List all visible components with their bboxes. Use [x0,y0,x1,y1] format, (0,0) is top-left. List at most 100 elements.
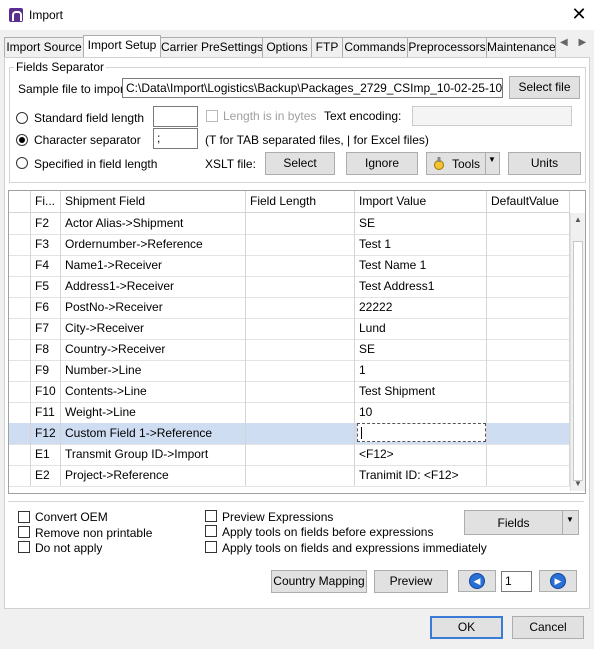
specified-field-length-radio[interactable] [16,157,28,169]
cell-field-length[interactable] [246,360,355,381]
units-button[interactable]: Units [508,152,581,175]
cell-default-value[interactable] [487,318,570,339]
cell-field-length[interactable] [246,465,355,486]
cell-field-length[interactable] [246,423,355,444]
table-row[interactable]: F2 Actor Alias->Shipment SE [9,213,570,235]
cell-fi[interactable]: F3 [31,234,61,255]
length-in-bytes-checkbox[interactable] [206,110,218,122]
table-row[interactable]: F3 Ordernumber->Reference Test 1 [9,234,570,256]
cell-field-length[interactable] [246,234,355,255]
column-header-default-value[interactable]: DefaultValue [487,191,570,212]
cell-field-length[interactable] [246,339,355,360]
table-row[interactable]: F7 City->Receiver Lund [9,318,570,340]
tab-import-setup[interactable]: Import Setup [83,35,161,58]
cell-import-value[interactable]: <F12> [355,444,487,465]
cell-import-value[interactable]: Test 1 [355,234,487,255]
cell-import-value[interactable]: 22222 [355,297,487,318]
cell-import-value[interactable]: Test Shipment [355,381,487,402]
page-number-input[interactable]: 1 [501,571,532,592]
cell-default-value[interactable] [487,255,570,276]
table-row[interactable]: F4 Name1->Receiver Test Name 1 [9,255,570,277]
cell-shipment-field[interactable]: Custom Field 1->Reference [61,423,246,444]
cell-import-value[interactable]: SE [355,339,487,360]
tab-maintenance[interactable]: Maintenance [486,37,556,57]
chevron-down-icon[interactable]: ▼ [566,515,574,524]
standard-field-length-radio[interactable] [16,112,28,124]
cell-import-value[interactable]: SE [355,213,487,234]
cell-shipment-field[interactable]: Contents->Line [61,381,246,402]
table-row[interactable]: F5 Address1->Receiver Test Address1 [9,276,570,298]
grid-scrollbar[interactable]: ▲ ▼ [570,213,585,491]
cell-field-length[interactable] [246,213,355,234]
ok-button[interactable]: OK [430,616,503,639]
cell-import-value[interactable]: Test Address1 [355,276,487,297]
cell-default-value[interactable] [487,276,570,297]
table-row[interactable]: F11 Weight->Line 10 [9,402,570,424]
remove-non-printable-checkbox[interactable] [18,526,30,538]
tab-scroll-arrows[interactable]: ◀ ▶ [560,37,590,48]
cell-default-value[interactable] [487,339,570,360]
cell-fi[interactable]: F6 [31,297,61,318]
apply-tools-before-checkbox[interactable] [205,525,217,537]
cell-fi[interactable]: F4 [31,255,61,276]
convert-oem-checkbox[interactable] [18,511,30,523]
cell-shipment-field[interactable]: Weight->Line [61,402,246,423]
cell-fi[interactable]: F9 [31,360,61,381]
table-row[interactable]: F9 Number->Line 1 [9,360,570,382]
tab-import-source[interactable]: Import Source [4,37,84,57]
cell-shipment-field[interactable]: Project->Reference [61,465,246,486]
cell-shipment-field[interactable]: Ordernumber->Reference [61,234,246,255]
cell-field-length[interactable] [246,276,355,297]
cell-import-value[interactable]: Test Name 1 [355,255,487,276]
scrollbar-thumb[interactable] [573,241,583,481]
column-header-import-value[interactable]: Import Value [355,191,487,212]
cell-field-length[interactable] [246,297,355,318]
cell-shipment-field[interactable]: Country->Receiver [61,339,246,360]
tab-options[interactable]: Options [262,37,312,57]
cell-default-value[interactable] [487,444,570,465]
column-header-field-length[interactable]: Field Length [246,191,355,212]
cell-fi[interactable]: F7 [31,318,61,339]
cell-fi[interactable]: F8 [31,339,61,360]
cell-field-length[interactable] [246,255,355,276]
import-value-edit-field[interactable] [357,423,486,442]
fields-button[interactable]: Fields ▼ [464,510,579,535]
cell-default-value[interactable] [487,213,570,234]
table-row[interactable]: F6 PostNo->Receiver 22222 [9,297,570,319]
column-header-fi[interactable]: Fi... [31,191,61,212]
tab-preprocessors[interactable]: Preprocessors [407,37,487,57]
cell-default-value[interactable] [487,234,570,255]
cell-shipment-field[interactable]: Actor Alias->Shipment [61,213,246,234]
preview-button[interactable]: Preview [374,570,448,593]
next-button[interactable]: ▶ [539,570,577,592]
cell-shipment-field[interactable]: Address1->Receiver [61,276,246,297]
xslt-ignore-button[interactable]: Ignore [346,152,418,175]
country-mapping-button[interactable]: Country Mapping [271,570,367,593]
cell-fi[interactable]: E1 [31,444,61,465]
cell-default-value[interactable] [487,360,570,381]
table-row[interactable]: E1 Transmit Group ID->Import <F12> [9,444,570,466]
tab-commands[interactable]: Commands [342,37,408,57]
table-row[interactable]: F10 Contents->Line Test Shipment [9,381,570,403]
chevron-down-icon[interactable]: ▼ [488,155,496,164]
cell-field-length[interactable] [246,318,355,339]
cell-import-value[interactable]: 10 [355,402,487,423]
xslt-select-button[interactable]: Select [265,152,335,175]
cell-fi[interactable]: F10 [31,381,61,402]
cell-default-value[interactable] [487,465,570,486]
table-row[interactable]: E2 Project->Reference Tranimit ID: <F12> [9,465,570,487]
select-file-button[interactable]: Select file [509,76,580,99]
cell-fi[interactable]: E2 [31,465,61,486]
cell-shipment-field[interactable]: Number->Line [61,360,246,381]
column-header-shipment-field[interactable]: Shipment Field [61,191,246,212]
cell-shipment-field[interactable]: PostNo->Receiver [61,297,246,318]
cancel-button[interactable]: Cancel [512,616,584,639]
cell-shipment-field[interactable]: City->Receiver [61,318,246,339]
tab-carrier-presettings[interactable]: Carrier PreSettings [160,37,263,57]
scroll-up-icon[interactable]: ▲ [571,213,585,227]
sample-file-input[interactable]: C:\Data\Import\Logistics\Backup\Packages… [122,78,503,98]
cell-field-length[interactable] [246,381,355,402]
cell-fi[interactable]: F2 [31,213,61,234]
apply-tools-immediately-checkbox[interactable] [205,541,217,553]
close-icon[interactable]: ✕ [568,3,590,25]
